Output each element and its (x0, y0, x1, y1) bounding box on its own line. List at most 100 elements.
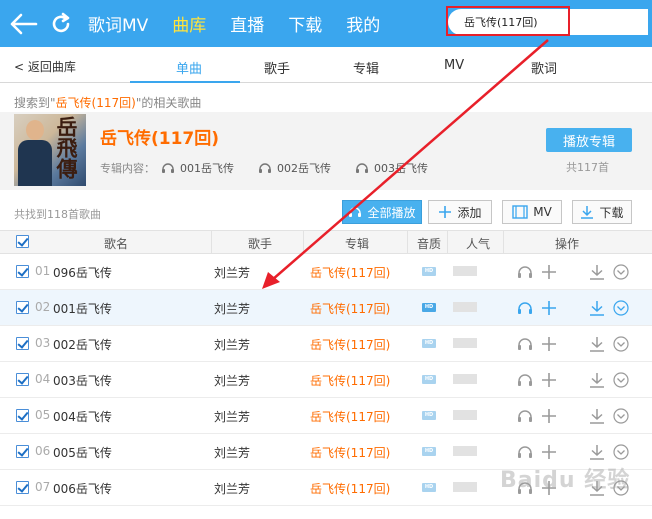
table-row[interactable]: 03 002岳飞传 刘兰芳 岳飞传(117回) HD (0, 326, 652, 362)
popularity-bar (453, 482, 477, 492)
chevron-down-circle-icon[interactable] (613, 444, 629, 460)
plus-icon[interactable] (541, 300, 557, 316)
album-name[interactable]: 岳飞传(117回) (310, 336, 390, 353)
headphones-icon[interactable] (516, 336, 534, 352)
artist-name[interactable]: 刘兰芳 (214, 408, 250, 425)
chevron-down-circle-icon[interactable] (613, 372, 629, 388)
row-checkbox[interactable] (16, 337, 29, 350)
row-checkbox[interactable] (16, 265, 29, 278)
artist-name[interactable]: 刘兰芳 (214, 480, 250, 497)
row-checkbox[interactable] (16, 373, 29, 386)
album-name[interactable]: 岳飞传(117回) (310, 480, 390, 497)
album-name[interactable]: 岳飞传(117回) (310, 444, 390, 461)
search-input[interactable] (448, 15, 628, 29)
song-name[interactable]: 004岳飞传 (53, 408, 112, 425)
header-quality[interactable]: 音质 (417, 235, 441, 252)
album-name[interactable]: 岳飞传(117回) (310, 372, 390, 389)
nav-item-mine[interactable]: 我的 (346, 11, 380, 36)
plus-icon[interactable] (541, 372, 557, 388)
song-name[interactable]: 003岳飞传 (53, 372, 112, 389)
tab-artists[interactable]: 歌手 (264, 58, 290, 77)
download-icon[interactable] (589, 336, 605, 352)
tab-lyrics[interactable]: 歌词 (531, 58, 557, 77)
row-number: 02 (35, 300, 51, 314)
header-album[interactable]: 专辑 (345, 235, 369, 252)
artist-name[interactable]: 刘兰芳 (214, 264, 250, 281)
chevron-down-circle-icon[interactable] (613, 264, 629, 280)
download-icon[interactable] (589, 264, 605, 280)
table-row[interactable]: 01 096岳飞传 刘兰芳 岳飞传(117回) HD (0, 254, 652, 290)
play-all-button[interactable]: 全部播放 (342, 200, 422, 224)
table-row[interactable]: 04 003岳飞传 刘兰芳 岳飞传(117回) HD (0, 362, 652, 398)
download-button[interactable]: 下载 (572, 200, 632, 224)
column-separator (303, 231, 304, 253)
popularity-bar (453, 266, 477, 276)
plus-icon[interactable] (541, 336, 557, 352)
song-name[interactable]: 005岳飞传 (53, 444, 112, 461)
album-track[interactable]: 003岳飞传 (355, 160, 428, 176)
plus-icon[interactable] (541, 408, 557, 424)
plus-icon[interactable] (541, 264, 557, 280)
header-popularity[interactable]: 人气 (466, 235, 490, 252)
add-button[interactable]: 添加 (428, 200, 492, 224)
headphones-icon[interactable] (516, 444, 534, 460)
album-track[interactable]: 002岳飞传 (258, 160, 331, 176)
select-all-checkbox[interactable] (16, 235, 29, 248)
header-song-name[interactable]: 歌名 (104, 235, 128, 252)
album-name[interactable]: 岳飞传(117回) (310, 408, 390, 425)
album-track-label: 003岳飞传 (374, 162, 428, 175)
tab-songs[interactable]: 单曲 (176, 58, 202, 77)
hd-quality-icon: HD (422, 411, 436, 420)
nav-item-lyrics-mv[interactable]: 歌词MV (88, 11, 148, 36)
play-album-button[interactable]: 播放专辑 (546, 128, 632, 152)
row-checkbox[interactable] (16, 481, 29, 494)
refresh-icon (52, 12, 70, 32)
search-box (448, 9, 648, 35)
row-checkbox[interactable] (16, 445, 29, 458)
header-artist[interactable]: 歌手 (248, 235, 272, 252)
song-name[interactable]: 006岳飞传 (53, 480, 112, 497)
table-row[interactable]: 05 004岳飞传 刘兰芳 岳飞传(117回) HD (0, 398, 652, 434)
artist-name[interactable]: 刘兰芳 (214, 300, 250, 317)
album-cover[interactable]: 岳飛傳 (14, 114, 86, 186)
headphones-icon[interactable] (516, 372, 534, 388)
chevron-down-circle-icon[interactable] (613, 336, 629, 352)
hd-quality-icon: HD (422, 447, 436, 456)
download-icon[interactable] (589, 444, 605, 460)
back-to-library-link[interactable]: < 返回曲库 (14, 58, 76, 75)
artist-name[interactable]: 刘兰芳 (214, 372, 250, 389)
headphones-icon[interactable] (516, 264, 534, 280)
mv-button[interactable]: MV (502, 200, 562, 224)
chevron-down-circle-icon[interactable] (613, 408, 629, 424)
album-name[interactable]: 岳飞传(117回) (310, 264, 390, 281)
film-icon (512, 205, 528, 219)
chevron-down-circle-icon[interactable] (613, 300, 629, 316)
refresh-button[interactable] (42, 0, 80, 47)
tab-albums[interactable]: 专辑 (353, 58, 379, 77)
plus-icon[interactable] (541, 444, 557, 460)
back-button[interactable] (4, 0, 42, 47)
album-name[interactable]: 岳飞传(117回) (310, 300, 390, 317)
download-icon[interactable] (589, 300, 605, 316)
artist-name[interactable]: 刘兰芳 (214, 336, 250, 353)
tab-mv[interactable]: MV (444, 58, 464, 73)
row-checkbox[interactable] (16, 409, 29, 422)
found-count: 共找到118首歌曲 (14, 208, 101, 221)
album-track[interactable]: 001岳飞传 (161, 160, 234, 176)
row-checkbox[interactable] (16, 301, 29, 314)
download-icon[interactable] (589, 372, 605, 388)
song-name[interactable]: 096岳飞传 (53, 264, 112, 281)
song-name[interactable]: 002岳飞传 (53, 336, 112, 353)
download-icon[interactable] (589, 408, 605, 424)
album-title[interactable]: 岳飞传(117回) (100, 124, 219, 149)
artist-name[interactable]: 刘兰芳 (214, 444, 250, 461)
song-name[interactable]: 001岳飞传 (53, 300, 112, 317)
headphones-icon[interactable] (516, 300, 534, 316)
table-row[interactable]: 02 001岳飞传 刘兰芳 岳飞传(117回) HD (0, 290, 652, 326)
headphones-icon[interactable] (516, 408, 534, 424)
album-content: 专辑内容： 001岳飞传 002岳飞传 003岳飞传 (100, 160, 446, 176)
nav-item-library[interactable]: 曲库 (172, 11, 206, 36)
search-result-text: 搜索到"岳飞传(117回)"的相关歌曲 (14, 94, 201, 111)
nav-item-live[interactable]: 直播 (230, 11, 264, 36)
nav-item-download[interactable]: 下载 (288, 11, 322, 36)
